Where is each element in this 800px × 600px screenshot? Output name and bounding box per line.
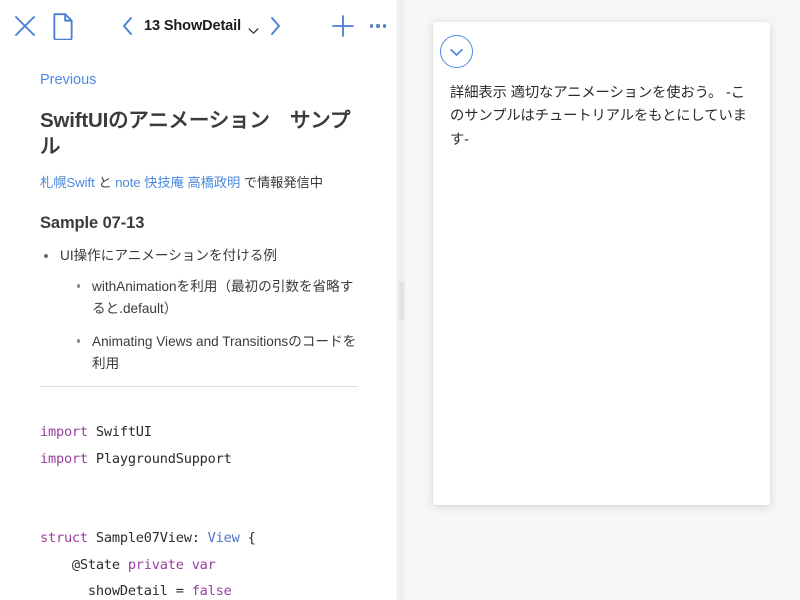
live-view-pane: 詳細表示 適切なアニメーションを使おう。 -このサンプルはチュートリアルをもとに… <box>400 0 800 600</box>
list-item-label: Animating Views and Transitionsのコードを利用 <box>92 334 357 372</box>
playground-window: 13 ShowDetail Previous SwiftUIのアニメーション サ… <box>0 0 800 600</box>
code-line: import PlaygroundSupport <box>40 446 360 473</box>
list-item-label: UI操作にアニメーションを付ける例 <box>60 247 277 263</box>
document-title: SwiftUIのアニメーション サンプル <box>40 109 351 158</box>
code-token: Sample07View: <box>87 530 208 547</box>
code-token: @State <box>40 556 128 573</box>
list-item: Animating Views and Transitionsのコードを利用 <box>74 331 360 375</box>
bullet-dot-icon <box>77 284 81 288</box>
chevron-down-circle-icon[interactable] <box>440 35 473 68</box>
pane-splitter[interactable] <box>396 0 406 600</box>
document-page-icon[interactable] <box>50 12 76 41</box>
chevron-right-icon[interactable] <box>268 15 283 37</box>
list-item-label: withAnimationを利用（最初の引数を省略すると.default） <box>92 279 354 317</box>
document-content: Previous SwiftUIのアニメーション サンプル 札幌Swift と … <box>0 52 400 600</box>
code-token: import <box>40 424 88 441</box>
page-title-menu[interactable]: 13 ShowDetail <box>144 18 259 34</box>
plus-icon[interactable] <box>330 13 356 39</box>
code-token: PlaygroundSupport <box>87 450 232 467</box>
code-line: struct Sample07View: View { <box>40 525 360 552</box>
code-token: showDetail = <box>40 583 192 600</box>
bullet-list-level2: withAnimationを利用（最初の引数を省略すると.default） An… <box>74 276 360 375</box>
byline-tail: で情報発信中 <box>240 175 323 191</box>
previous-link[interactable]: Previous <box>40 72 96 88</box>
bullet-dot-icon <box>77 339 81 343</box>
editor-pane: 13 ShowDetail Previous SwiftUIのアニメーション サ… <box>0 0 400 600</box>
code-line: showDetail = false <box>40 578 360 600</box>
code-token: View <box>207 530 240 547</box>
byline: 札幌Swift と note 快技庵 高橋政明 で情報発信中 <box>40 174 360 193</box>
code-token: { <box>239 530 256 547</box>
list-item: UI操作にアニメーションを付ける例 <box>40 246 360 266</box>
code-editor[interactable]: import SwiftUI import PlaygroundSupport s… <box>40 419 360 600</box>
ellipsis-icon[interactable] <box>368 18 388 34</box>
toolbar: 13 ShowDetail <box>0 0 400 52</box>
bullet-list-level1: UI操作にアニメーションを付ける例 <box>40 246 360 266</box>
byline-link-note[interactable]: note 快技庵 高橋政明 <box>115 175 240 190</box>
section-heading: Sample 07-13 <box>40 213 145 232</box>
list-item: withAnimationを利用（最初の引数を省略すると.default） <box>74 276 360 320</box>
bullet-dot-icon <box>44 253 48 258</box>
byline-link-sapporo-swift[interactable]: 札幌Swift <box>40 175 95 190</box>
code-token: private var <box>127 556 216 573</box>
page-navigation: 13 ShowDetail <box>120 12 283 40</box>
divider <box>40 386 358 388</box>
close-x-icon[interactable] <box>12 13 38 39</box>
code-line: @State private var <box>40 552 360 579</box>
code-token: import <box>40 450 88 467</box>
code-token: false <box>191 583 232 600</box>
code-token: struct <box>40 530 88 547</box>
preview-text: 詳細表示 適切なアニメーションを使おう。 -このサンプルはチュートリアルをもとに… <box>450 85 747 148</box>
code-line: import SwiftUI <box>40 419 360 446</box>
chevron-left-icon[interactable] <box>120 15 135 37</box>
live-preview-card: 詳細表示 適切なアニメーションを使おう。 -このサンプルはチュートリアルをもとに… <box>433 22 770 505</box>
byline-separator: と <box>94 175 116 191</box>
code-token: SwiftUI <box>87 424 152 441</box>
pane-splitter-grip[interactable] <box>398 282 404 320</box>
page-title: 13 ShowDetail <box>144 18 242 34</box>
chevron-down-icon[interactable] <box>248 22 259 34</box>
